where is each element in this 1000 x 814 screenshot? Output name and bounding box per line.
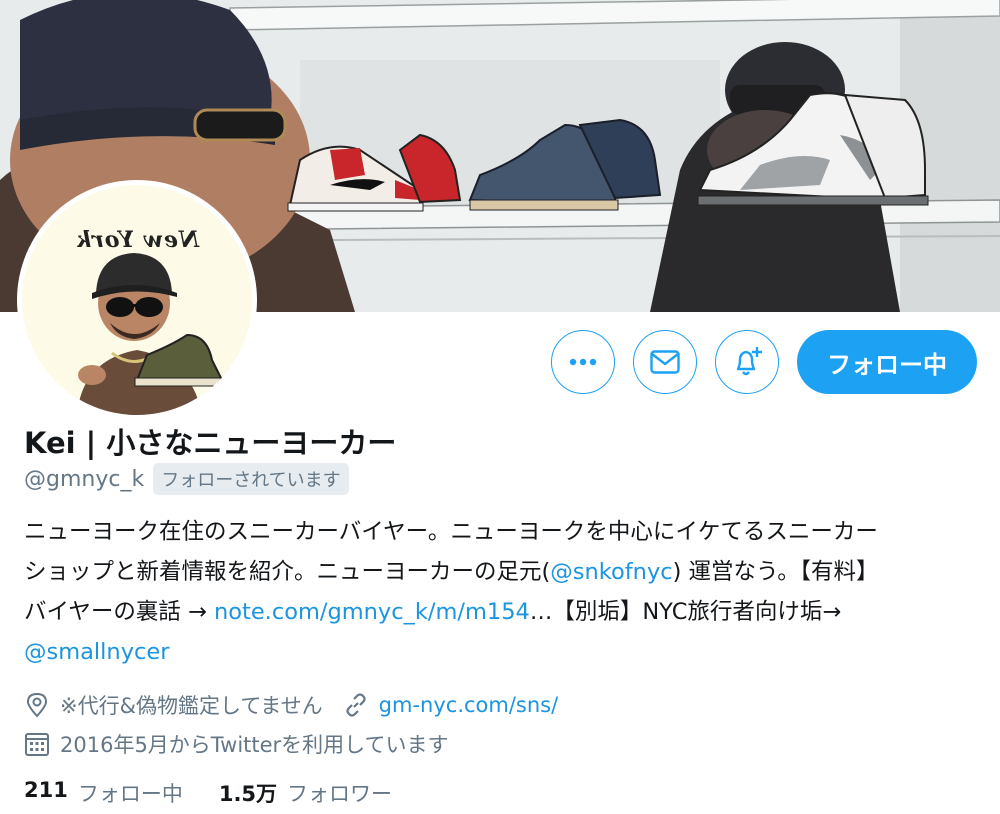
- following-stat[interactable]: 211 フォロー中: [24, 778, 183, 808]
- avatar-illustration: New York: [22, 185, 252, 415]
- avatar-art: [77, 253, 226, 415]
- following-button[interactable]: フォロー中: [797, 330, 977, 394]
- followers-count: 1.5万: [218, 782, 278, 806]
- joined-row: 2016年5月からTwitterを利用しています: [24, 729, 449, 759]
- profile-meta-row: ※代行&偽物鑑定してません gm-nyc.com/sns/: [24, 690, 558, 720]
- bio-line-3: バイヤーの裏話 → note.com/gmnyc_k/m/m154…【別垢】NY…: [24, 592, 984, 632]
- bell-plus-icon: [736, 347, 762, 376]
- bio-text: バイヤーの裏話 →: [24, 599, 214, 625]
- message-button[interactable]: [633, 330, 697, 394]
- mention-link-snkofnyc[interactable]: @snkofnyc: [550, 559, 672, 585]
- link-icon: [343, 692, 369, 718]
- more-icon: [569, 358, 597, 366]
- follows-you-badge: フォローされています: [153, 463, 349, 495]
- mail-icon: [650, 350, 680, 374]
- profile-website-link[interactable]: gm-nyc.com/sns/: [379, 693, 559, 717]
- bio-text: …【別垢】NYC旅行者向け垢→: [529, 599, 842, 625]
- bio-line-4: @smallnycer: [24, 632, 984, 672]
- handle-row: @gmnyc_k フォローされています: [24, 463, 349, 495]
- profile-handle: @gmnyc_k: [24, 466, 145, 492]
- location-icon: [24, 692, 50, 718]
- profile-avatar[interactable]: New York: [17, 180, 257, 420]
- avatar-logo-text: New York: [75, 227, 200, 253]
- follow-stats: 211 フォロー中 1.5万 フォロワー: [24, 778, 392, 808]
- bio-line-2: ショップと新着情報を紹介。ニューヨーカーの足元(@snkofnyc) 運営なう。…: [24, 552, 984, 592]
- joined-date: 2016年5月からTwitterを利用しています: [60, 733, 449, 757]
- following-count: 211: [24, 778, 68, 802]
- profile-bio: ニューヨーク在住のスニーカーバイヤー。ニューヨークを中心にイケてるスニーカー シ…: [24, 512, 984, 672]
- followers-stat[interactable]: 1.5万 フォロワー: [219, 778, 392, 808]
- note-url-link[interactable]: note.com/gmnyc_k/m/m154: [214, 599, 530, 625]
- calendar-icon: [24, 731, 50, 757]
- display-name: Kei | 小さなニューヨーカー: [24, 426, 397, 460]
- notifications-button[interactable]: [715, 330, 779, 394]
- profile-location: ※代行&偽物鑑定してません: [60, 694, 323, 718]
- bio-text: ショップと新着情報を紹介。ニューヨーカーの足元(: [24, 559, 551, 585]
- more-button[interactable]: [551, 330, 615, 394]
- followers-label: フォロワー: [287, 782, 393, 806]
- mention-link-smallnycer[interactable]: @smallnycer: [24, 639, 169, 665]
- bio-text: ) 運営なう。【有料】: [672, 559, 879, 585]
- following-label: フォロー中: [77, 782, 183, 806]
- bio-line-1: ニューヨーク在住のスニーカーバイヤー。ニューヨークを中心にイケてるスニーカー: [24, 519, 878, 545]
